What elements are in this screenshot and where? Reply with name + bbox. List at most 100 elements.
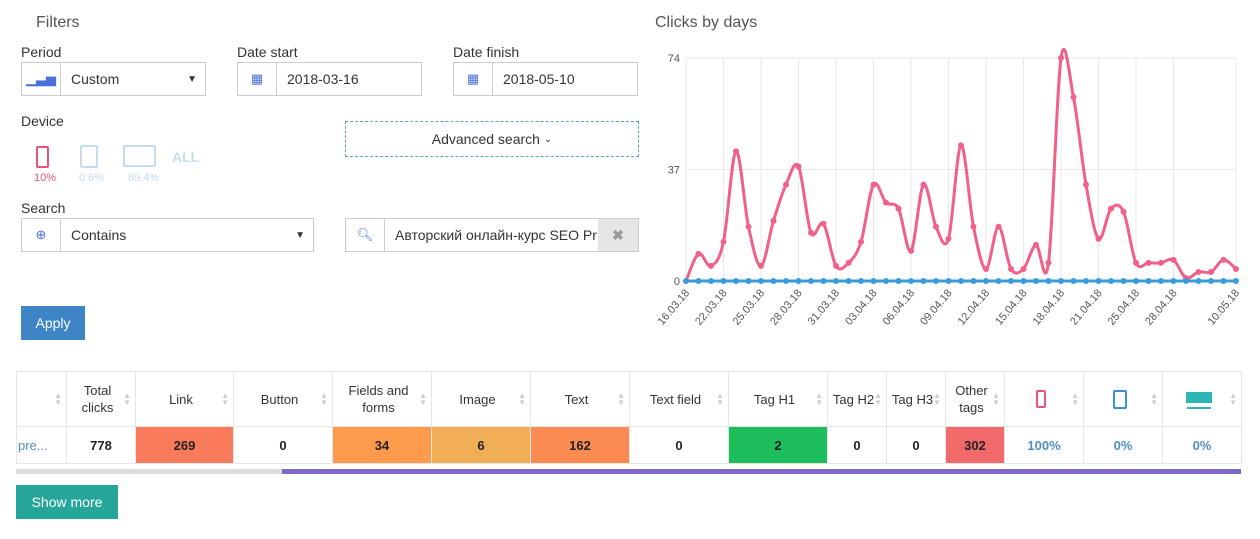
x-tick-label: 31.03.18	[806, 287, 843, 328]
data-point	[1033, 241, 1039, 248]
column-header-label: Text field	[649, 391, 702, 407]
mobile-icon[interactable]	[36, 146, 49, 168]
caret-down-icon: ▼	[295, 229, 305, 241]
clear-icon[interactable]: ✖	[598, 219, 638, 251]
search-icon: 🔍︎	[346, 219, 385, 251]
device-all[interactable]: ALL	[172, 149, 199, 165]
data-point	[758, 278, 764, 284]
column-header-label: Link	[169, 391, 193, 407]
x-tick-label: 16.03.18	[656, 287, 693, 328]
sort-icon[interactable]: ▲ ▼	[221, 392, 229, 407]
sort-icon[interactable]: ▲ ▼	[933, 392, 941, 407]
sort-icon[interactable]: ▲ ▼	[123, 392, 131, 407]
sort-icon[interactable]: ▲ ▼	[1071, 392, 1079, 407]
column-header[interactable]: Link ▲ ▼	[135, 371, 234, 427]
data-point	[870, 278, 877, 284]
column-header[interactable]: ▲ ▼	[1083, 371, 1163, 427]
stats-table: ▲ ▼ Total clicks ▲ ▼ Link ▲ ▼ Button ▲ ▼ Fields and…	[16, 371, 1242, 464]
horizontal-scrollbar[interactable]	[16, 469, 1241, 474]
table-cell[interactable]: pre...	[16, 426, 67, 464]
x-tick-label: 25.04.18	[1106, 287, 1143, 328]
scrollbar-thumb[interactable]	[282, 469, 1241, 474]
column-header[interactable]: Button ▲ ▼	[233, 371, 333, 427]
sort-icon[interactable]: ▲ ▼	[874, 392, 882, 407]
column-header[interactable]: ▲ ▼	[16, 371, 67, 427]
table-cell: 0%	[1083, 426, 1163, 464]
sort-icon[interactable]: ▲ ▼	[617, 392, 625, 407]
search-mode-value: Contains	[71, 227, 127, 243]
data-point	[1133, 259, 1139, 266]
signal-bars-icon: ▁▃▅	[22, 63, 61, 95]
data-point	[808, 229, 814, 236]
column-header[interactable]: ▲ ▼	[1004, 371, 1084, 427]
data-point	[933, 223, 939, 230]
data-point	[1145, 278, 1152, 284]
data-point	[883, 199, 889, 206]
table-cell: 0	[629, 426, 729, 464]
table-cell: 269	[135, 426, 234, 464]
x-tick-label: 22.03.18	[693, 287, 730, 328]
search-input[interactable]: 🔍︎ Авторский онлайн-курс SEO Pr ✖	[345, 218, 639, 252]
data-point	[795, 163, 802, 170]
mobile-pct: 10%	[34, 172, 57, 184]
table-cell: 0	[827, 426, 887, 464]
date-finish-field[interactable]: ▦ 2018-05-10	[453, 62, 638, 96]
data-point	[808, 278, 814, 284]
column-header[interactable]: Other tags ▲ ▼	[945, 371, 1005, 427]
column-header[interactable]: Text ▲ ▼	[530, 371, 630, 427]
data-point	[770, 217, 777, 224]
data-point	[1070, 278, 1077, 284]
column-header[interactable]: Text field ▲ ▼	[629, 371, 729, 427]
data-point	[833, 278, 839, 284]
data-point	[1095, 235, 1102, 242]
table-cell: 100%	[1004, 426, 1084, 464]
column-header[interactable]: Tag H2 ▲ ▼	[827, 371, 887, 427]
table-header-row: ▲ ▼ Total clicks ▲ ▼ Link ▲ ▼ Button ▲ ▼ Fields and…	[16, 371, 1242, 427]
column-header-label: Button	[260, 391, 299, 407]
data-point	[908, 247, 914, 254]
show-more-button[interactable]: Show more	[16, 485, 118, 519]
data-point	[883, 278, 889, 284]
data-point	[745, 223, 752, 230]
column-header[interactable]: Image ▲ ▼	[431, 371, 531, 427]
column-header-label: Text	[564, 391, 589, 407]
sort-icon[interactable]: ▲ ▼	[518, 392, 526, 407]
sort-icon[interactable]: ▲ ▼	[716, 392, 724, 407]
sort-icon[interactable]: ▲ ▼	[992, 392, 1000, 407]
period-select[interactable]: ▁▃▅ Custom ▼	[21, 62, 206, 96]
tablet-icon[interactable]	[80, 145, 98, 168]
date-finish-value: 2018-05-10	[503, 71, 575, 87]
desktop-icon[interactable]	[123, 145, 156, 167]
table-cell: 6	[431, 426, 531, 464]
sort-icon[interactable]: ▲ ▼	[1150, 392, 1158, 407]
data-point	[1070, 94, 1077, 101]
data-point	[1095, 278, 1102, 284]
sort-icon[interactable]: ▲ ▼	[1229, 392, 1237, 407]
chart-title: Clicks by days	[655, 14, 758, 31]
column-header[interactable]: Total clicks ▲ ▼	[66, 371, 136, 427]
x-tick-label: 21.04.18	[1068, 287, 1105, 328]
column-header[interactable]: Tag H3 ▲ ▼	[886, 371, 946, 427]
data-point	[858, 278, 864, 284]
column-header[interactable]: ▲ ▼	[1162, 371, 1242, 427]
device-label: Device	[21, 113, 64, 129]
data-point	[733, 148, 739, 155]
calendar-icon: ▦	[454, 63, 493, 95]
data-point	[820, 220, 827, 227]
calendar-icon: ▦	[238, 63, 277, 95]
table-cell: 0%	[1162, 426, 1242, 464]
sort-icon[interactable]: ▲ ▼	[419, 392, 427, 407]
data-point	[845, 278, 852, 284]
sort-icon[interactable]: ▲ ▼	[54, 392, 62, 407]
sort-icon[interactable]: ▲ ▼	[815, 392, 823, 407]
date-start-field[interactable]: ▦ 2018-03-16	[237, 62, 422, 96]
x-tick-label: 12.04.18	[956, 287, 993, 328]
column-header[interactable]: Fields and forms ▲ ▼	[332, 371, 432, 427]
column-header[interactable]: Tag H1 ▲ ▼	[728, 371, 828, 427]
search-mode-select[interactable]: ⊕ Contains ▼	[21, 218, 314, 252]
apply-button[interactable]: Apply	[21, 306, 85, 340]
column-header-label: Total clicks	[81, 383, 114, 415]
x-tick-label: 06.04.18	[881, 287, 918, 328]
sort-icon[interactable]: ▲ ▼	[320, 392, 328, 407]
advanced-search-button[interactable]: Advanced search ⌄	[345, 121, 639, 157]
